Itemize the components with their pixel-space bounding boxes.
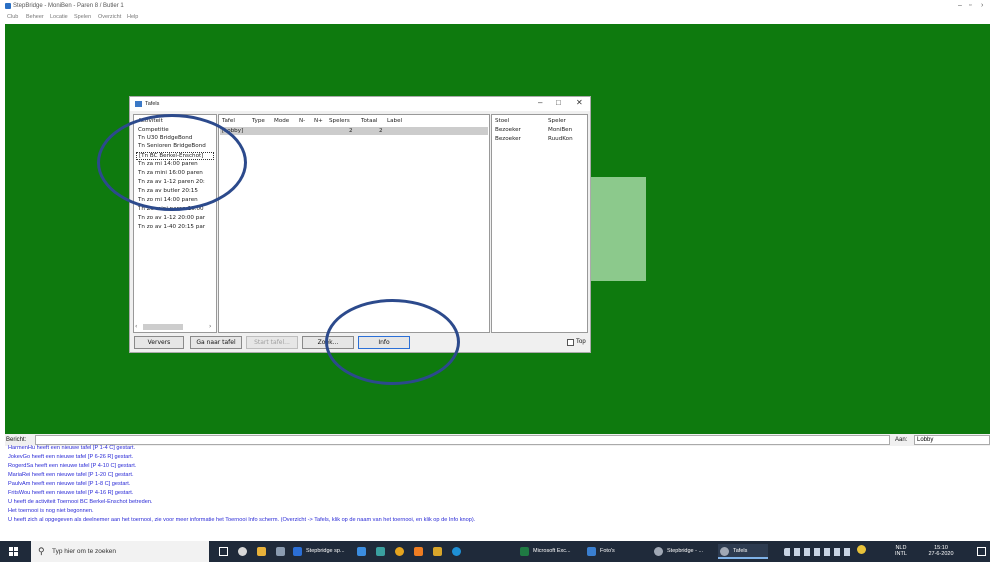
mail-icon[interactable] <box>357 547 366 556</box>
log-line: PaulvAm heeft een nieuwe tafel [P 1-8 C]… <box>8 481 131 487</box>
message-bar: Bericht: Aan: Lobby <box>5 434 990 446</box>
chrome-icon[interactable] <box>395 547 404 556</box>
player-seat: Bezoeker <box>495 127 521 133</box>
taskbar-app-label: Microsoft Exc... <box>533 548 571 554</box>
clock[interactable]: 15:10 27-6-2020 <box>921 545 961 557</box>
taskbar-app-stepbridge[interactable]: Stepbridge - ... <box>652 544 714 559</box>
dialog-minimize-icon[interactable]: – <box>538 98 542 107</box>
log-line: U heeft zich al opgegeven als deelnemer … <box>8 517 476 523</box>
scrollbar-thumb[interactable] <box>143 324 183 330</box>
log-line: Het toernooi is nog niet begonnen. <box>8 508 94 514</box>
taskbar-app-label: Stepbridge sp... <box>306 548 345 554</box>
recipient-label: Aan: <box>895 437 908 443</box>
system-tray-icons[interactable] <box>784 548 854 556</box>
log-line: HarmenHu heeft een nieuwe tafel [P 1-4 C… <box>8 445 136 451</box>
goto-table-button[interactable]: Ga naar tafel <box>190 336 242 349</box>
taskbar-app-stepbridge-sp[interactable]: Stepbridge sp... <box>291 544 349 559</box>
log-line: FritsWou heeft een nieuwe tafel [P 4-16 … <box>8 490 134 496</box>
menu-help[interactable]: Help <box>127 14 138 20</box>
task-view-icon[interactable] <box>219 547 228 556</box>
scroll-right-icon[interactable]: › <box>209 323 211 330</box>
col-label[interactable]: Label <box>387 118 402 124</box>
taskbar-search[interactable]: ⚲ Typ hier om te zoeken <box>31 541 209 562</box>
settings-gear-icon[interactable] <box>238 547 247 556</box>
log-line: MariaRei heeft een nieuwe tafel [P 1-20 … <box>8 472 134 478</box>
dialog-close-icon[interactable]: ✕ <box>576 98 583 107</box>
menu-spelen[interactable]: Spelen <box>74 14 91 20</box>
tables-list[interactable]: Tafel Type Mode N- N+ Spelers Totaal Lab… <box>218 114 490 333</box>
activity-item[interactable]: Tn zo av 1-40 20:15 par <box>136 224 214 232</box>
col-spelers[interactable]: Spelers <box>329 118 350 124</box>
player-name: MoniBen <box>548 127 573 133</box>
close-icon[interactable]: › <box>981 2 983 9</box>
col-totaal[interactable]: Totaal <box>361 118 378 124</box>
taskbar-app-label: Foto's <box>600 548 615 554</box>
top-checkbox-label: Top <box>576 339 586 345</box>
dialog-titlebar: Tafels – □ ✕ <box>130 97 590 111</box>
menu-club[interactable]: Club <box>7 14 18 20</box>
maximize-icon[interactable]: ▫ <box>969 2 971 9</box>
menu-beheer[interactable]: Beheer <box>26 14 44 20</box>
top-checkbox[interactable] <box>567 339 574 346</box>
taskbar-app-label: Tafels <box>733 548 748 554</box>
start-table-button[interactable]: Start tafel... <box>246 336 298 349</box>
highlight-circle-activity <box>97 114 247 211</box>
edge-icon[interactable] <box>452 547 461 556</box>
clock-date: 27-6-2020 <box>928 551 954 557</box>
search-placeholder: Typ hier om te zoeken <box>52 548 116 555</box>
highlight-circle-info <box>325 299 460 385</box>
window-title: StepBridge - MoniBen - Paren 8 / Butler … <box>13 3 124 9</box>
col-tafel[interactable]: Tafel <box>222 118 235 124</box>
scroll-left-icon[interactable]: ‹ <box>135 323 137 330</box>
search-icon: ⚲ <box>38 546 45 556</box>
stepbridge-app-icon <box>5 3 11 9</box>
app-icon[interactable] <box>276 547 285 556</box>
message-label: Bericht: <box>6 437 27 443</box>
minimize-icon[interactable]: – <box>958 2 962 9</box>
log-line: RogerdSa heeft een nieuwe tafel [P 4-10 … <box>8 463 137 469</box>
horizontal-scrollbar[interactable]: ‹ › <box>135 323 215 330</box>
chat-log: HarmenHu heeft een nieuwe tafel [P 1-4 C… <box>5 445 990 539</box>
col-n-plus[interactable]: N+ <box>314 118 323 124</box>
taskbar-app-label: Stepbridge - ... <box>667 548 704 554</box>
language-layout: INTL <box>895 551 907 557</box>
notification-icon[interactable] <box>857 545 866 554</box>
app-icon[interactable] <box>414 547 423 556</box>
log-line: JokevGo heeft een nieuwe tafel [P 6-26 R… <box>8 454 134 460</box>
menu-overzicht[interactable]: Overzicht <box>98 14 121 20</box>
log-line: U heeft de activiteit Toernooi BC Berkel… <box>8 499 153 505</box>
window-titlebar: StepBridge - MoniBen - Paren 8 / Butler … <box>0 0 990 12</box>
cell-spelers: 2 <box>349 128 353 134</box>
message-input[interactable] <box>35 435 890 445</box>
activity-item[interactable]: Tn zo av 1-12 20:00 par <box>136 215 214 223</box>
app-icon[interactable] <box>433 547 442 556</box>
col-type[interactable]: Type <box>252 118 265 124</box>
refresh-button[interactable]: Ververs <box>134 336 184 349</box>
col-stoel[interactable]: Stoel <box>495 118 509 124</box>
taskbar-app-photos[interactable]: Foto's <box>585 544 640 559</box>
taskbar: ⚲ Typ hier om te zoeken Stepbridge sp...… <box>0 541 990 562</box>
dialog-maximize-icon[interactable]: □ <box>556 98 561 107</box>
menu-locatie[interactable]: Locatie <box>50 14 68 20</box>
taskbar-app-tafels[interactable]: Tafels <box>718 544 768 559</box>
windows-start-icon[interactable] <box>9 547 18 556</box>
dialog-app-icon <box>135 101 142 107</box>
menu-bar: Club Beheer Locatie Spelen Overzicht Hel… <box>0 12 990 22</box>
col-n-min[interactable]: N- <box>299 118 305 124</box>
table-row[interactable] <box>220 127 488 135</box>
app-icon[interactable] <box>376 547 385 556</box>
col-speler[interactable]: Speler <box>548 118 566 124</box>
file-explorer-icon[interactable] <box>257 547 266 556</box>
col-mode[interactable]: Mode <box>274 118 289 124</box>
player-seat: Bezoeker <box>495 136 521 142</box>
players-list[interactable]: Stoel Speler Bezoeker MoniBen Bezoeker R… <box>491 114 588 333</box>
taskbar-app-excel[interactable]: Microsoft Exc... <box>518 544 581 559</box>
action-center-icon[interactable] <box>977 547 986 556</box>
recipient-select[interactable]: Lobby <box>914 435 990 445</box>
player-name: RuudKon <box>548 136 573 142</box>
dialog-title: Tafels <box>145 101 160 107</box>
language-indicator[interactable]: NLD INTL <box>895 545 907 557</box>
cell-totaal: 2 <box>379 128 383 134</box>
